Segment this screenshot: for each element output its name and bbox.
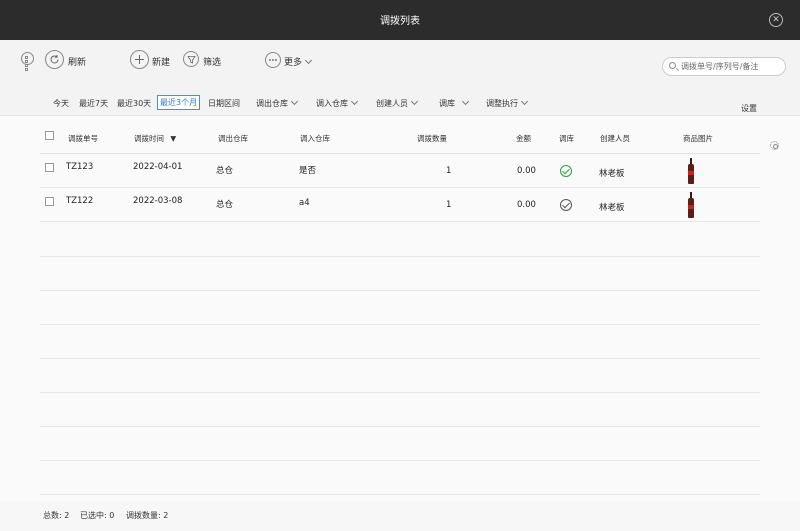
filter-creator-label: 创建人员 (376, 99, 408, 108)
footer-transfer-qty: 调拨数量: 2 (126, 511, 169, 520)
title-bar: 调拨列表 ✕ (0, 0, 800, 40)
cell-out-warehouse: 总仓 (216, 166, 234, 176)
filter-adjust-label: 调整执行 (486, 99, 518, 108)
plus-icon[interactable] (130, 50, 149, 69)
refresh-button[interactable]: 刷新 (68, 55, 86, 68)
settings-link[interactable]: 设置 (741, 103, 757, 114)
column-header-amount[interactable]: 金额 (516, 133, 531, 144)
cell-time: 2022-04-01 (133, 162, 183, 172)
filter-in-warehouse[interactable]: 调入仓库 (316, 97, 359, 109)
filter-date-range[interactable]: 日期区间 (208, 98, 240, 109)
filter-last-3-months[interactable]: 最近3个月 (157, 95, 201, 110)
filter-bar: 今天 最近7天 最近30天 最近3个月 日期区间 调出仓库 调入仓库 创建人员 … (0, 90, 800, 116)
table-row[interactable]: TZ122 2022-03-08 总仓 a4 1 0.00 林老板 (40, 188, 760, 222)
close-icon: ✕ (772, 15, 780, 25)
cell-amount: 0.00 (517, 166, 536, 176)
chevron-down-icon (410, 97, 419, 106)
search-input[interactable]: 调拨单号/序列号/备注 (662, 57, 786, 76)
column-header-qty[interactable]: 调拨数量 (417, 133, 447, 144)
cell-in-warehouse: a4 (299, 198, 310, 208)
filter-transfer-label: 调库 (439, 99, 455, 108)
chevron-down-icon (350, 97, 359, 106)
cell-qty: 1 (446, 200, 452, 210)
chevron-down-icon (461, 97, 470, 106)
empty-row-line (40, 290, 760, 291)
cell-in-warehouse: 是否 (299, 166, 317, 176)
empty-row-line (40, 324, 760, 325)
product-bottle-image (688, 158, 694, 184)
search-placeholder: 调拨单号/序列号/备注 (681, 62, 759, 71)
cell-time: 2022-03-08 (133, 196, 183, 206)
check-circle-green-icon (560, 165, 572, 177)
table-row[interactable]: TZ123 2022-04-01 总仓 是否 1 0.00 林老板 (40, 154, 760, 188)
filter-transfer[interactable]: 调库 (439, 97, 470, 109)
column-header-in-warehouse[interactable]: 调入仓库 (300, 133, 330, 144)
empty-row-line (40, 256, 760, 257)
cell-order-no: TZ123 (66, 162, 94, 172)
filter-out-warehouse[interactable]: 调出仓库 (256, 97, 299, 109)
empty-row-line (40, 460, 760, 461)
chevron-down-icon (520, 97, 529, 106)
cell-order-no: TZ122 (66, 196, 94, 206)
row-checkbox[interactable] (45, 163, 54, 172)
new-button[interactable]: 新建 (152, 55, 170, 68)
column-header-creator[interactable]: 创建人员 (600, 133, 630, 144)
empty-row-line (40, 392, 760, 393)
sort-desc-icon: ▼ (170, 134, 177, 143)
filter-last-7-days[interactable]: 最近7天 (79, 98, 108, 109)
filter-adjust[interactable]: 调整执行 (486, 97, 529, 109)
column-header-time-label: 调拨时间 (134, 134, 164, 143)
close-button[interactable]: ✕ (769, 13, 783, 27)
filter-button[interactable]: 筛选 (203, 55, 221, 68)
transfer-table: 调拨单号 调拨时间 ▼ 调出仓库 调入仓库 调拨数量 金额 调库 创建人员 商品… (0, 116, 800, 501)
status-footer: 总数: 2 已选中: 0 调拨数量: 2 (0, 501, 800, 531)
empty-row-line (40, 358, 760, 359)
empty-row-line (40, 494, 760, 495)
cell-creator: 林老板 (599, 169, 625, 179)
filter-creator[interactable]: 创建人员 (376, 97, 419, 109)
chevron-down-icon (304, 56, 313, 65)
filter-today[interactable]: 今天 (53, 98, 69, 109)
apps-grid-icon[interactable] (21, 52, 34, 71)
more-label: 更多 (284, 58, 303, 68)
window-title: 调拨列表 (380, 16, 420, 27)
empty-row-line (40, 426, 760, 427)
row-checkbox[interactable] (45, 197, 54, 206)
cell-out-warehouse: 总仓 (216, 200, 234, 210)
more-dots-icon[interactable] (265, 52, 281, 68)
more-button[interactable]: 更多 (284, 55, 313, 68)
column-header-time[interactable]: 调拨时间 ▼ (134, 133, 176, 144)
filter-in-warehouse-label: 调入仓库 (316, 99, 348, 108)
footer-total: 总数: 2 (43, 511, 70, 520)
filter-icon[interactable] (183, 51, 199, 67)
filter-last-30-days[interactable]: 最近30天 (117, 98, 151, 109)
footer-selected: 已选中: 0 (80, 511, 115, 520)
search-icon (669, 62, 676, 69)
cell-qty: 1 (446, 166, 452, 176)
refresh-icon[interactable] (45, 50, 64, 69)
check-circle-gray-icon (560, 199, 572, 211)
cell-amount: 0.00 (517, 200, 536, 210)
product-bottle-image (688, 192, 694, 218)
chevron-down-icon (290, 97, 299, 106)
column-settings-gear-icon[interactable] (770, 141, 779, 150)
filter-out-warehouse-label: 调出仓库 (256, 99, 288, 108)
column-header-out-warehouse[interactable]: 调出仓库 (218, 133, 248, 144)
column-header-order-no[interactable]: 调拨单号 (68, 133, 98, 144)
column-header-transfer[interactable]: 调库 (559, 133, 574, 144)
column-header-image[interactable]: 商品图片 (683, 133, 713, 144)
cell-creator: 林老板 (599, 203, 625, 213)
select-all-checkbox[interactable] (45, 131, 54, 140)
